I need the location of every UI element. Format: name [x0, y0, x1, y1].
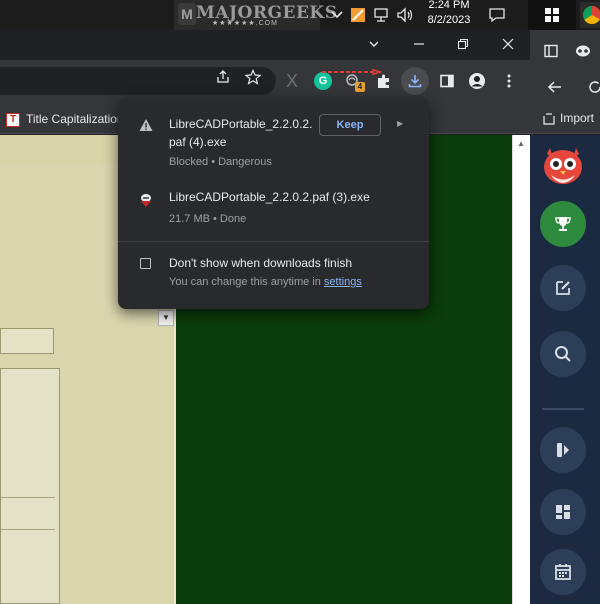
download-status: 21.7 MB • Done [169, 213, 247, 225]
majorgeeks-watermark: M MAJORGEEKS ★★★★★★.COM [174, 0, 337, 30]
hint-prefix: You can change this anytime in [169, 276, 324, 288]
close-button[interactable] [486, 30, 530, 60]
settings-link[interactable]: settings [324, 276, 362, 288]
import-icon [543, 113, 555, 125]
checkbox-label: Don't show when downloads finish [169, 256, 353, 270]
librecad-file-icon [138, 192, 154, 208]
menu-icon [507, 74, 511, 88]
volume-icon[interactable] [396, 7, 414, 25]
warning-icon [138, 118, 154, 134]
sidepanel-icon [440, 74, 454, 88]
chrome-icon [583, 6, 600, 24]
flash-button[interactable] [540, 427, 586, 473]
taskbar-clock[interactable]: 2:24 PM 8/2/2023 [420, 0, 478, 28]
flash-icon [557, 443, 569, 457]
clock-time: 2:24 PM [428, 0, 470, 11]
download-icon [408, 75, 422, 88]
form-divider [1, 529, 55, 530]
owl-logo-icon[interactable] [541, 142, 585, 186]
app-icon[interactable] [350, 7, 366, 25]
network-icon[interactable] [373, 7, 389, 25]
majorgeeks-sub: ★★★★★★.COM [212, 20, 278, 27]
dashboard-button[interactable] [540, 489, 586, 535]
scroll-up-icon[interactable]: ▲ [517, 139, 525, 148]
toolbar: X G 4 [0, 60, 530, 102]
restore-icon [457, 38, 469, 50]
side-panel: Import [530, 30, 600, 604]
search-icon [555, 346, 571, 362]
download-item-done[interactable]: LibreCADPortable_2.2.0.2.paf (3).exe 21.… [118, 182, 429, 238]
side-panel-body [530, 135, 600, 604]
windows-start-icon [545, 8, 559, 22]
form-input[interactable] [0, 328, 54, 354]
profile-button[interactable] [464, 68, 490, 94]
share-icon[interactable] [210, 68, 236, 94]
dont-show-checkbox[interactable] [140, 258, 151, 269]
side-panel-divider [542, 408, 584, 410]
chevron-up-icon[interactable] [330, 7, 344, 23]
arrow-left-icon [547, 81, 561, 93]
vertical-scrollbar[interactable]: ▲ [512, 135, 530, 604]
tab-search-button[interactable] [352, 30, 396, 60]
clock-date: 8/2/2023 [427, 14, 471, 26]
side-panel-bookmark-label: Import [560, 111, 595, 125]
popup-divider [118, 241, 429, 242]
trophy-icon [555, 217, 571, 231]
downloads-popup: LibreCADPortable_2.2.0.2. paf (4).exe Bl… [118, 98, 429, 309]
reload-button[interactable] [582, 74, 600, 100]
bookmark-label: Title Capitalization [26, 112, 124, 126]
minimize-button[interactable] [397, 30, 441, 60]
bookmark-title-capitalization[interactable]: T Title Capitalization [6, 110, 124, 128]
restore-button[interactable] [441, 30, 485, 60]
puzzle-icon [378, 74, 389, 88]
sidepanel-icon [544, 44, 558, 58]
trophy-button[interactable] [540, 201, 586, 247]
side-panel-button[interactable] [434, 68, 460, 94]
download-status: Blocked • Dangerous [169, 156, 272, 168]
back-button[interactable] [542, 74, 568, 100]
dropdown-toggle[interactable]: ▼ [158, 310, 174, 326]
menu-button[interactable] [496, 68, 522, 94]
chrome-taskbar-button[interactable] [580, 2, 600, 28]
bookmark-favicon-icon: T [6, 112, 20, 127]
edit-button[interactable] [540, 265, 586, 311]
star-icon[interactable] [240, 68, 266, 94]
form-textbox[interactable] [0, 368, 60, 604]
side-panel-toggle[interactable] [538, 38, 564, 64]
download-name-line1: LibreCADPortable_2.2.0.2. [169, 117, 313, 131]
download-name: LibreCADPortable_2.2.0.2.paf (3).exe [169, 190, 370, 204]
edit-icon [556, 281, 570, 295]
side-panel-bookmark[interactable]: Import [530, 102, 600, 134]
majorgeeks-mark: M [178, 3, 196, 25]
side-panel-favicon [570, 38, 596, 64]
screen: M MAJORGEEKS ★★★★★★.COM 2:24 PM 8/2/2023 [0, 0, 600, 604]
reload-icon [589, 81, 600, 93]
profile-icon [469, 73, 485, 89]
download-name-line2: paf (4).exe [169, 135, 227, 149]
dashboard-icon [556, 505, 570, 519]
calendar-button[interactable] [540, 549, 586, 595]
title-bar [0, 30, 530, 60]
download-item-blocked[interactable]: LibreCADPortable_2.2.0.2. paf (4).exe Bl… [118, 98, 429, 178]
notification-icon[interactable] [488, 7, 506, 25]
annotation-arrow-icon [322, 69, 382, 75]
checkbox-hint: You can change this anytime in settings [169, 276, 362, 288]
search-button[interactable] [540, 331, 586, 377]
calendar-icon [555, 564, 571, 580]
x-extension-icon[interactable]: X [279, 68, 305, 94]
minimize-icon [414, 43, 424, 45]
keep-button[interactable]: Keep [319, 114, 381, 136]
windows-start-button[interactable] [528, 0, 576, 30]
taskbar: M MAJORGEEKS ★★★★★★.COM 2:24 PM 8/2/2023 [0, 0, 600, 30]
chevron-down-icon [369, 41, 379, 47]
owl-mini-icon [576, 45, 590, 57]
form-divider [1, 497, 55, 498]
chevron-right-icon[interactable]: ▶ [397, 119, 403, 128]
address-bar[interactable] [0, 67, 276, 95]
close-icon [502, 38, 514, 50]
downloads-button[interactable] [401, 67, 429, 95]
side-panel-header [530, 30, 600, 102]
extension-badge-count: 4 [355, 82, 365, 92]
